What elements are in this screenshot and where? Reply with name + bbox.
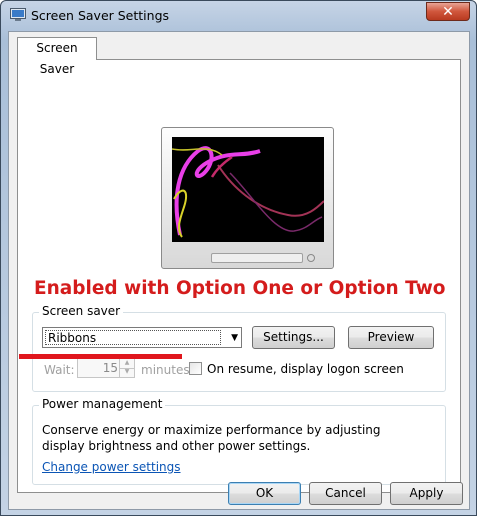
screen-saver-group-title: Screen saver [39, 304, 124, 318]
screen-saver-settings-window: Screen Saver Settings ✕ Screen Saver Ena… [0, 0, 477, 516]
screen-saver-dropdown[interactable]: Ribbons ▼ [42, 327, 242, 348]
dialog-client-area: Screen Saver Enabled with Option One or … [8, 31, 470, 510]
screen-saver-preview-display [172, 137, 324, 242]
monitor-power-indicator [307, 254, 315, 262]
chevron-down-icon[interactable]: ▼ [119, 368, 134, 377]
ribbons-preview-graphic [172, 146, 324, 238]
annotation-banner: Enabled with Option One or Option Two [34, 278, 446, 299]
cancel-button[interactable]: Cancel [309, 482, 382, 505]
change-power-settings-link[interactable]: Change power settings [42, 460, 181, 474]
monitor-preview [161, 127, 334, 269]
close-button[interactable]: ✕ [426, 2, 470, 21]
apply-button[interactable]: Apply [390, 482, 463, 505]
wait-label: Wait: [44, 363, 75, 377]
wait-minutes-value: 15 [102, 361, 118, 375]
screen-saver-group: Screen saver Ribbons ▼ Settings... Previ… [32, 304, 446, 392]
screen-saver-app-icon [10, 8, 26, 21]
preview-button[interactable]: Preview [348, 326, 434, 349]
power-management-group: Power management Conserve energy or maxi… [32, 397, 446, 485]
ok-button[interactable]: OK [228, 482, 301, 505]
monitor-base-slot [211, 253, 303, 263]
resume-logon-checkbox[interactable] [189, 362, 202, 375]
tab-screen-saver[interactable]: Screen Saver [17, 37, 97, 76]
chevron-down-icon: ▼ [231, 333, 238, 343]
resume-logon-label[interactable]: On resume, display logon screen [207, 362, 404, 376]
wait-minutes-stepper[interactable]: 15 ▲ ▼ [77, 358, 135, 378]
annotation-underline [19, 354, 182, 359]
title-bar[interactable]: Screen Saver Settings ✕ [1, 1, 476, 31]
screen-saver-selected: Ribbons [45, 330, 221, 345]
power-description: Conserve energy or maximize performance … [42, 423, 381, 453]
tab-panel: Enabled with Option One or Option Two Sc… [17, 59, 461, 493]
window-title: Screen Saver Settings [31, 8, 170, 23]
wait-units-label: minutes [141, 363, 190, 377]
close-icon: ✕ [442, 4, 454, 20]
power-group-title: Power management [39, 397, 166, 411]
settings-button[interactable]: Settings... [252, 326, 335, 349]
